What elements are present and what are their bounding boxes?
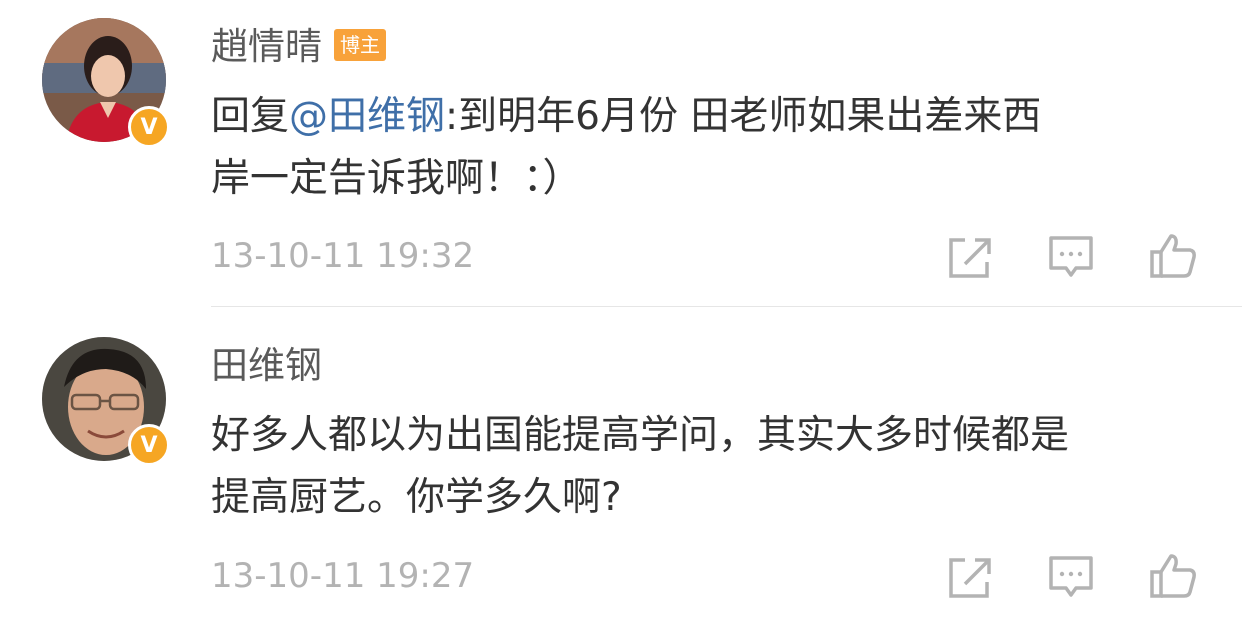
author-name[interactable]: 田维钢 — [211, 343, 322, 389]
comment-line-1: 好多人都以为出国能提高学问，其实大多时候都是 — [211, 413, 1070, 458]
verified-badge-icon: V — [128, 106, 170, 148]
comment-line-1-rest: :到明年6月份 田老师如果出差来西 — [445, 94, 1042, 139]
comment-item: V 趙情晴 博主 回复@田维钢:到明年6月份 田老师如果出差来西 岸一定告诉我啊！… — [0, 0, 1242, 306]
blogger-tag: 博主 — [334, 28, 386, 61]
comment-author[interactable]: 趙情晴 博主 — [211, 24, 386, 70]
author-name[interactable]: 趙情晴 — [211, 25, 322, 68]
comment-icon[interactable] — [1046, 232, 1096, 282]
comment-timestamp: 13-10-11 19:27 — [211, 556, 475, 596]
comment-line-1: 回复@田维钢:到明年6月份 田老师如果出差来西 — [211, 86, 1211, 148]
share-icon[interactable] — [945, 232, 995, 282]
comment-text: 好多人都以为出国能提高学问，其实大多时候都是 提高厨艺。你学多久啊? — [211, 405, 1211, 529]
like-icon[interactable] — [1148, 230, 1198, 280]
comment-text: 回复@田维钢:到明年6月份 田老师如果出差来西 岸一定告诉我啊！：） — [211, 86, 1211, 210]
mention-link[interactable]: @田维钢 — [289, 94, 445, 139]
comment-timestamp: 13-10-11 19:32 — [211, 236, 475, 276]
reply-prefix: 回复 — [211, 94, 290, 139]
comment-line-2: 岸一定告诉我啊！：） — [211, 156, 582, 201]
comment-item: V 田维钢 好多人都以为出国能提高学问，其实大多时候都是 提高厨艺。你学多久啊?… — [0, 307, 1242, 619]
like-icon[interactable] — [1148, 550, 1198, 600]
share-icon[interactable] — [945, 552, 995, 602]
verified-badge-icon: V — [128, 424, 170, 466]
comment-icon[interactable] — [1046, 552, 1096, 602]
comment-line-2: 提高厨艺。你学多久啊? — [211, 475, 622, 520]
